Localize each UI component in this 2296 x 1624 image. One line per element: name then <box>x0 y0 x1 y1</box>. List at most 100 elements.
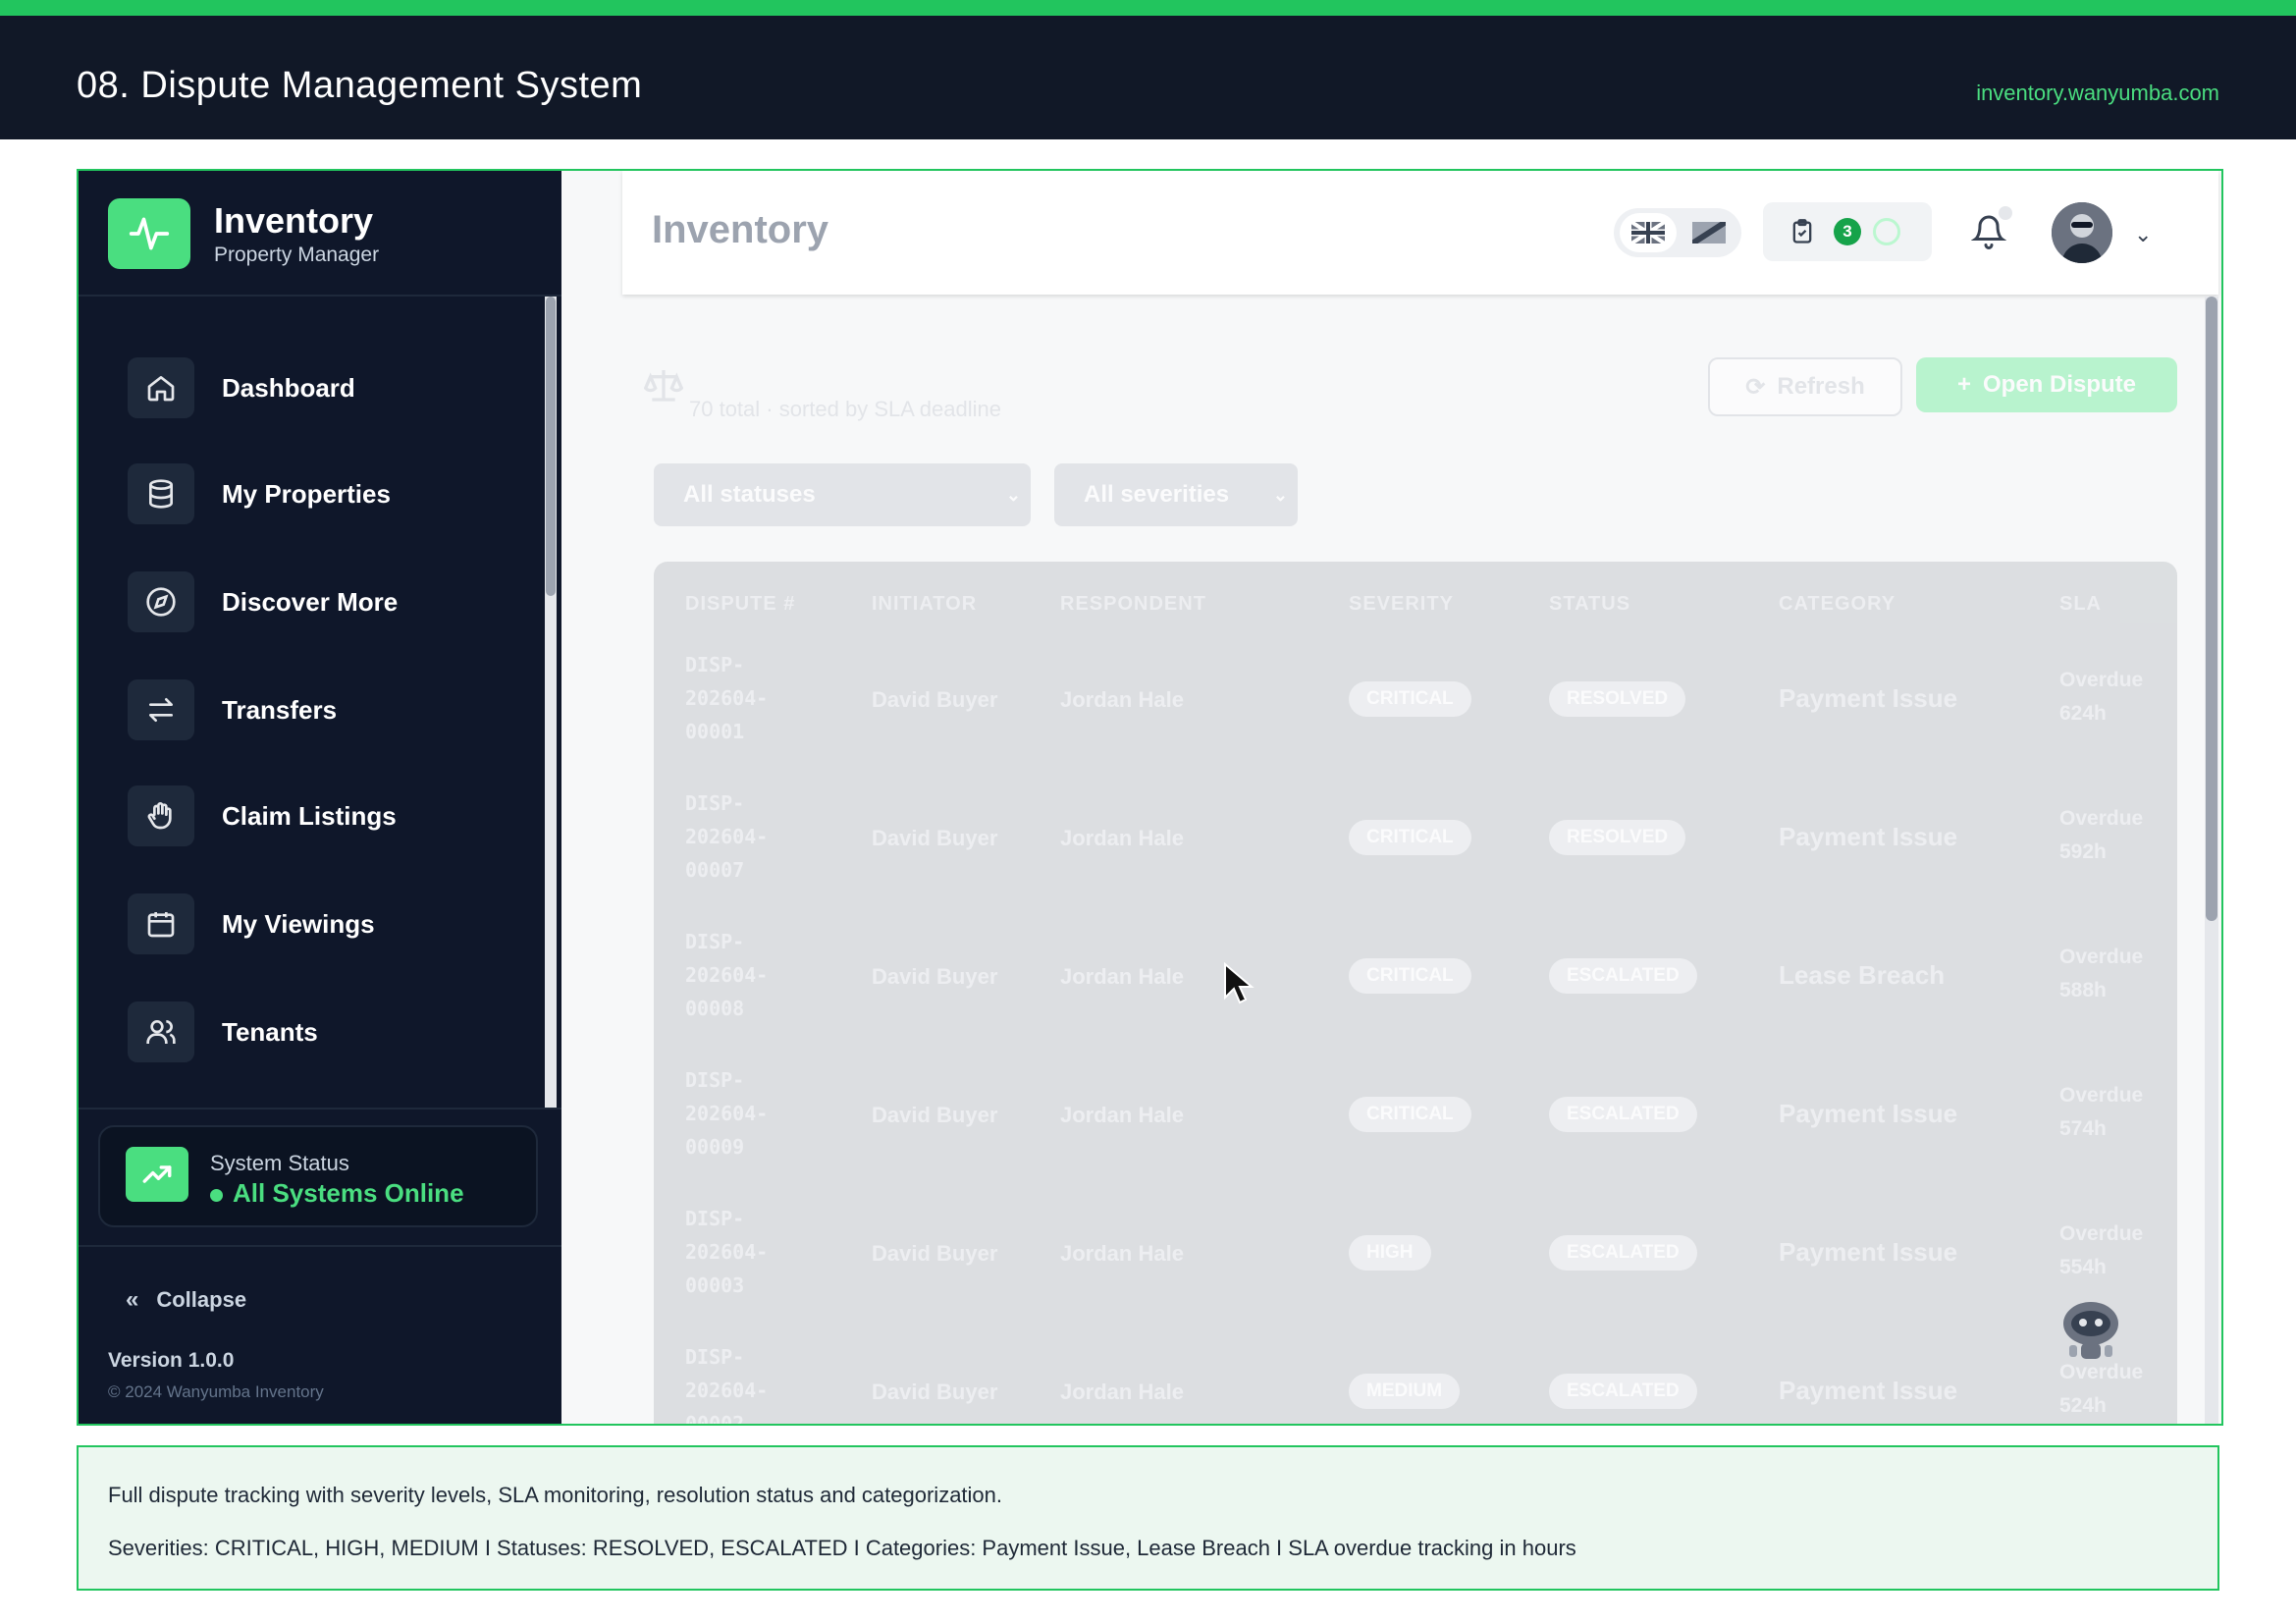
initiator-cell: David Buyer <box>872 687 998 712</box>
sla-cell: Overdue 554h <box>2059 1222 2144 1278</box>
respondent-cell: Jordan Hale <box>1060 1241 1184 1266</box>
chevron-down-icon[interactable]: ⌄ <box>2134 222 2152 247</box>
severity-filter-value: All severities <box>1084 481 1230 508</box>
database-icon <box>128 463 194 524</box>
refresh-button[interactable]: ⟳ Refresh <box>1708 357 1902 416</box>
status-filter-select[interactable]: All statuses ⌄ <box>654 463 1031 526</box>
sidebar-item-dashboard[interactable]: Dashboard <box>128 357 520 426</box>
severity-badge: CRITICAL <box>1349 958 1471 994</box>
loading-spinner-icon <box>1873 218 1900 245</box>
respondent-cell: Jordan Hale <box>1060 964 1184 989</box>
system-status-card: System Status All Systems Online <box>98 1125 538 1227</box>
table-row[interactable]: DISP- 202604- 00008 David Buyer Jordan Hal… <box>654 925 2177 1063</box>
severity-badge: CRITICAL <box>1349 820 1471 855</box>
sidebar-item-my-properties[interactable]: My Properties <box>128 463 520 532</box>
category-cell: Payment Issue <box>1779 1237 1958 1267</box>
respondent-cell: Jordan Hale <box>1060 1380 1184 1404</box>
mouse-cursor-icon <box>1223 961 1255 1010</box>
status-badge: ESCALATED <box>1549 958 1697 994</box>
status-filter-value: All statuses <box>683 481 816 508</box>
content-scroll-thumb[interactable] <box>2206 297 2217 921</box>
collapse-button[interactable]: « Collapse <box>126 1286 246 1314</box>
uk-flag-icon[interactable] <box>1620 213 1677 252</box>
open-dispute-button[interactable]: + Open Dispute <box>1916 357 2177 412</box>
trending-up-icon <box>126 1147 188 1202</box>
column-header-severity[interactable]: SEVERITY <box>1349 593 1454 616</box>
column-header-dispute[interactable]: DISPUTE # <box>685 593 795 616</box>
disputes-table: DISPUTE # INITIATOR RESPONDENT SEVERITY … <box>654 562 2177 1426</box>
sidebar-item-my-viewings[interactable]: My Viewings <box>128 893 520 962</box>
robot-assistant-icon[interactable] <box>2052 1290 2130 1374</box>
dispute-id: DISP- 202604- 00001 <box>685 653 769 743</box>
sidebar-scroll-thumb[interactable] <box>546 297 556 596</box>
sidebar-item-label: Dashboard <box>222 373 355 403</box>
app-header: Inventory 3 ⌄ <box>622 171 2218 295</box>
top-accent-bar <box>0 0 2296 16</box>
copyright-label: © 2024 Wanyumba Inventory <box>108 1382 324 1401</box>
status-badge: RESOLVED <box>1549 681 1686 717</box>
category-cell: Payment Issue <box>1779 1099 1958 1128</box>
divider <box>79 1108 561 1110</box>
status-badge: RESOLVED <box>1549 820 1686 855</box>
status-dot-icon <box>210 1188 223 1202</box>
column-header-category[interactable]: CATEGORY <box>1779 593 1896 616</box>
sidebar-item-tenants[interactable]: Tenants <box>128 1001 520 1070</box>
avatar[interactable] <box>2052 202 2112 263</box>
language-toggle[interactable] <box>1614 208 1741 257</box>
table-row[interactable]: DISP- 202604- 00002 David Buyer Jordan Hal… <box>654 1340 2177 1426</box>
dispute-content: 70 total · sorted by SLA deadline ⟳ Refre… <box>622 295 2218 1424</box>
initiator-cell: David Buyer <box>872 964 998 989</box>
bell-icon[interactable] <box>1970 214 2007 254</box>
severity-badge: HIGH <box>1349 1235 1431 1271</box>
site-link[interactable]: inventory.wanyumba.com <box>1976 81 2219 106</box>
tasks-chip[interactable]: 3 <box>1763 202 1932 261</box>
table-row[interactable]: DISP- 202604- 00009 David Buyer Jordan Hal… <box>654 1063 2177 1202</box>
sidebar-item-label: Transfers <box>222 695 338 725</box>
page-title: 08. Dispute Management System <box>77 65 643 106</box>
compass-icon <box>128 571 194 632</box>
sidebar-item-label: Claim Listings <box>222 801 397 831</box>
plus-icon: + <box>1956 371 1971 398</box>
brand-subtitle: Property Manager <box>214 244 380 266</box>
column-header-status[interactable]: STATUS <box>1549 593 1630 616</box>
respondent-cell: Jordan Hale <box>1060 687 1184 712</box>
category-cell: Payment Issue <box>1779 822 1958 851</box>
sla-cell: Overdue 588h <box>2059 946 2144 1001</box>
category-cell: Payment Issue <box>1779 683 1958 713</box>
clipboard-check-icon <box>1789 218 1816 250</box>
initiator-cell: David Buyer <box>872 1380 998 1404</box>
refresh-label: Refresh <box>1777 373 1865 400</box>
severity-badge: MEDIUM <box>1349 1374 1461 1409</box>
sla-cell: Overdue 592h <box>2059 807 2144 863</box>
sidebar-item-claim-listings[interactable]: Claim Listings <box>128 785 520 854</box>
sidebar-item-label: Tenants <box>222 1017 318 1047</box>
dispute-id: DISP- 202604- 00002 <box>685 1345 769 1426</box>
initiator-cell: David Buyer <box>872 1103 998 1127</box>
column-header-respondent[interactable]: RESPONDENT <box>1060 593 1206 616</box>
sla-cell: Overdue 574h <box>2059 1084 2144 1140</box>
initiator-cell: David Buyer <box>872 1241 998 1266</box>
hand-icon <box>128 785 194 846</box>
caption-line-1: Full dispute tracking with severity leve… <box>108 1483 1003 1507</box>
sidebar: Inventory Property Manager Dashboard My … <box>79 171 561 1424</box>
table-row[interactable]: DISP- 202604- 00007 David Buyer Jordan Hal… <box>654 786 2177 925</box>
dispute-id: DISP- 202604- 00009 <box>685 1068 769 1159</box>
tz-flag-icon[interactable] <box>1682 213 1735 252</box>
chevrons-left-icon: « <box>126 1286 139 1313</box>
status-value-text: All Systems Online <box>233 1178 464 1208</box>
severity-badge: CRITICAL <box>1349 681 1471 717</box>
home-icon <box>128 357 194 418</box>
status-title: System Status <box>210 1151 349 1175</box>
chevron-down-icon: ⌄ <box>1272 485 1288 505</box>
table-row[interactable]: DISP- 202604- 00001 David Buyer Jordan Hal… <box>654 648 2177 786</box>
caption-line-2: Severities: CRITICAL, HIGH, MEDIUM I Sta… <box>108 1536 1576 1560</box>
category-cell: Payment Issue <box>1779 1376 1958 1405</box>
severity-filter-select[interactable]: All severities ⌄ <box>1054 463 1298 526</box>
status-badge: ESCALATED <box>1549 1374 1697 1409</box>
sidebar-item-discover-more[interactable]: Discover More <box>128 571 520 640</box>
column-header-sla[interactable]: SLA <box>2059 593 2102 616</box>
app-screenshot-frame: Inventory Property Manager Dashboard My … <box>77 169 2223 1426</box>
table-row[interactable]: DISP- 202604- 00003 David Buyer Jordan Hal… <box>654 1202 2177 1340</box>
sidebar-item-transfers[interactable]: Transfers <box>128 679 520 748</box>
column-header-initiator[interactable]: INITIATOR <box>872 593 977 616</box>
